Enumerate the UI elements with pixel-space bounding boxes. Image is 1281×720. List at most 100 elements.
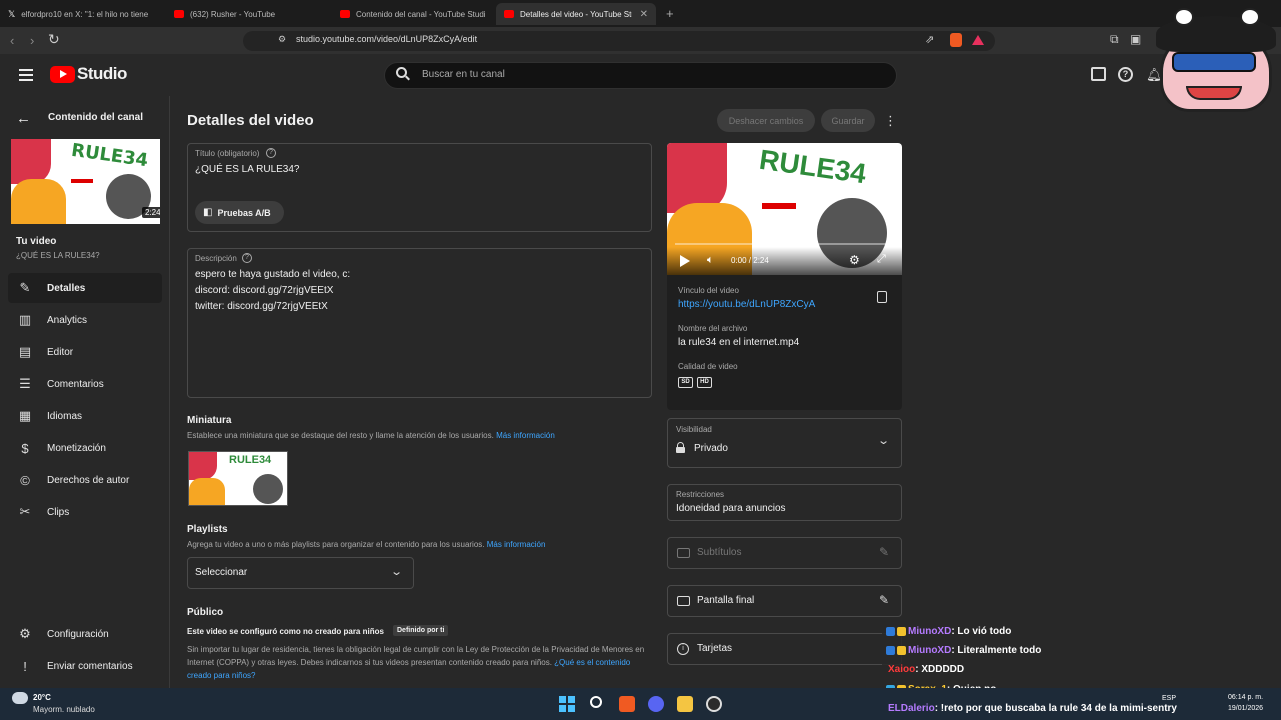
description-line[interactable]: espero te haya gustado el video, c: [195,269,350,280]
keyboard-language[interactable]: ESP [1162,695,1176,702]
cards-label: Tarjetas [697,643,733,654]
tab-title: Detalles del video - YouTube Stu [520,9,632,19]
menu-icon[interactable] [19,69,33,81]
help-circle-icon[interactable]: ? [266,148,276,158]
thumbnail-option[interactable]: RULE34 [188,451,288,506]
chat-message: MiunoXD : Literalmente todo [886,645,1041,656]
chat-text: : Literalmente todo [951,645,1042,656]
search-icon[interactable] [396,67,410,81]
weather-cloud-icon[interactable] [12,692,28,704]
sidebar-item-label: Clips [47,506,70,518]
undo-changes-button[interactable]: Deshacer cambios [717,109,815,132]
reload-icon[interactable]: ↻ [48,31,60,48]
playlists-heading: Playlists [187,524,228,535]
playlists-help-text: Agrega tu video a uno o más playlists pa… [187,540,485,549]
browser-tab[interactable]: Contenido del canal - YouTube Studi [332,3,498,25]
visibility-value: Privado [694,443,728,454]
close-tab-icon[interactable]: ✕ [634,9,648,20]
sidebar-item-label: Enviar comentarios [47,660,133,672]
chevron-down-icon: ⌄ [877,435,891,447]
volume-icon[interactable]: 🔈︎ [707,254,714,267]
back-icon[interactable]: ‹ [10,33,14,48]
tab-title: (632) Rusher - YouTube [190,9,276,19]
sidebar-item-editor[interactable]: ▤ Editor [8,337,162,367]
play-icon[interactable] [680,255,690,267]
page-title: Detalles del video [187,112,314,129]
back-arrow-icon[interactable]: ← [16,110,31,127]
subtitles-label: Subtítulos [697,547,742,558]
brave-rewards-icon[interactable] [972,35,984,45]
reader-icon[interactable]: ▣ [1130,32,1141,46]
file-explorer-icon[interactable] [677,696,693,712]
discord-icon[interactable] [648,696,664,712]
video-player[interactable]: RULE34 [667,143,902,275]
copy-icon[interactable] [877,291,887,303]
progress-bar[interactable] [675,243,894,245]
chat-message: MiunoXD : Lo vió todo [886,626,1011,637]
sidebar-video-title: ¿QUÉ ES LA RULE34? [16,251,100,260]
sidebar-item-settings[interactable]: ⚙ Configuración [8,619,162,649]
sidebar-item-comments[interactable]: ☰ Comentarios [8,369,162,399]
ab-test-icon: ◧ [203,207,213,218]
audience-help: Sin importar tu lugar de residencia, tie… [187,643,647,682]
save-button[interactable]: Guardar [821,109,875,132]
title-field-value[interactable]: ¿QUÉ ES LA RULE34? [195,164,300,175]
fullscreen-icon[interactable]: ⤢ [877,253,886,266]
chat-user: MiunoXD [908,645,952,656]
description-line[interactable]: discord: discord.gg/72rjgVEEtX [195,285,333,296]
playlists-more-link[interactable]: Más información [487,540,546,549]
url-text[interactable]: studio.youtube.com/video/dLnUP8ZxCyA/edi… [296,34,477,44]
chat-text: : !reto por que buscaba la rule 34 de la… [934,703,1177,714]
sidebar-item-clips[interactable]: ✂ Clips [8,497,162,527]
site-info-icon[interactable]: ⚙ [278,34,286,45]
hd-badge-icon: HD [697,377,712,388]
share-icon[interactable]: ⇗ [925,33,934,46]
help-circle-icon[interactable]: ? [242,253,252,263]
sidebar-item-monetization[interactable]: $ Monetización [8,433,162,463]
clock-date[interactable]: 19/01/2026 [1228,705,1263,712]
channel-content-link[interactable]: Contenido del canal [48,112,143,123]
search-taskbar-icon[interactable] [590,696,602,708]
extensions-icon[interactable]: ⧉ [1110,32,1119,47]
edit-pencil-icon[interactable]: ✎ [879,593,889,607]
weather-desc: Mayorm. nublado [33,705,95,714]
filename-label: Nombre del archivo [678,324,748,333]
new-tab-button[interactable]: + [666,6,674,21]
settings-gear-icon[interactable]: ⚙ [849,253,860,267]
studio-logo-text[interactable]: Studio [77,64,127,84]
your-video-label: Tu video [16,236,57,247]
youtube-logo-icon[interactable] [50,66,75,83]
brave-browser-icon[interactable] [619,696,635,712]
playlists-help: Agrega tu video a uno o más playlists pa… [187,540,545,549]
scissors-icon: ✂ [19,504,31,519]
browser-tab[interactable]: (632) Rusher - YouTube [166,3,332,25]
video-thumbnail[interactable]: RULE34 2:24 [11,139,160,224]
thumbnail-heading: Miniatura [187,415,232,426]
weather-temp[interactable]: 20°C [33,693,51,702]
sidebar-item-label: Derechos de autor [47,474,130,486]
defined-by-you-badge: Definido por ti [393,625,449,636]
forward-icon[interactable]: › [30,33,34,48]
edit-pencil-icon[interactable]: ✎ [879,545,889,559]
sidebar-item-analytics[interactable]: ▥ Analytics [8,305,162,335]
thumbnail-help-text: Establece una miniatura que se destaque … [187,431,494,440]
restrictions-value: Idoneidad para anuncios [676,503,786,514]
thumbnail-more-link[interactable]: Más información [496,431,555,440]
sidebar-item-details[interactable]: ✎ Detalles [8,273,162,303]
messages-icon[interactable] [1091,67,1106,81]
sidebar-item-languages[interactable]: ▦ Idiomas [8,401,162,431]
help-icon[interactable]: ? [1118,67,1133,82]
sidebar-item-copyright[interactable]: © Derechos de autor [8,465,162,495]
sidebar-item-feedback[interactable]: ! Enviar comentarios [8,651,162,681]
video-link[interactable]: https://youtu.be/dLnUP8ZxCyA [678,299,815,310]
analytics-icon: ▥ [18,312,32,327]
browser-tab-active[interactable]: Detalles del video - YouTube Stu ✕ [496,3,656,25]
ab-testing-button[interactable]: ◧ Pruebas A/B [195,201,284,224]
description-line[interactable]: twitter: discord.gg/72rjgVEEtX [195,301,328,312]
windows-start-icon[interactable] [559,696,575,712]
obs-icon[interactable] [706,696,722,712]
brave-shields-icon[interactable] [950,33,962,47]
more-options-icon[interactable]: ⋮ [884,113,897,129]
clock-time[interactable]: 06:14 p. m. [1228,694,1263,701]
browser-tab[interactable]: 𝕏 elfordpro10 en X: "1: el hilo no tiene [0,3,166,25]
